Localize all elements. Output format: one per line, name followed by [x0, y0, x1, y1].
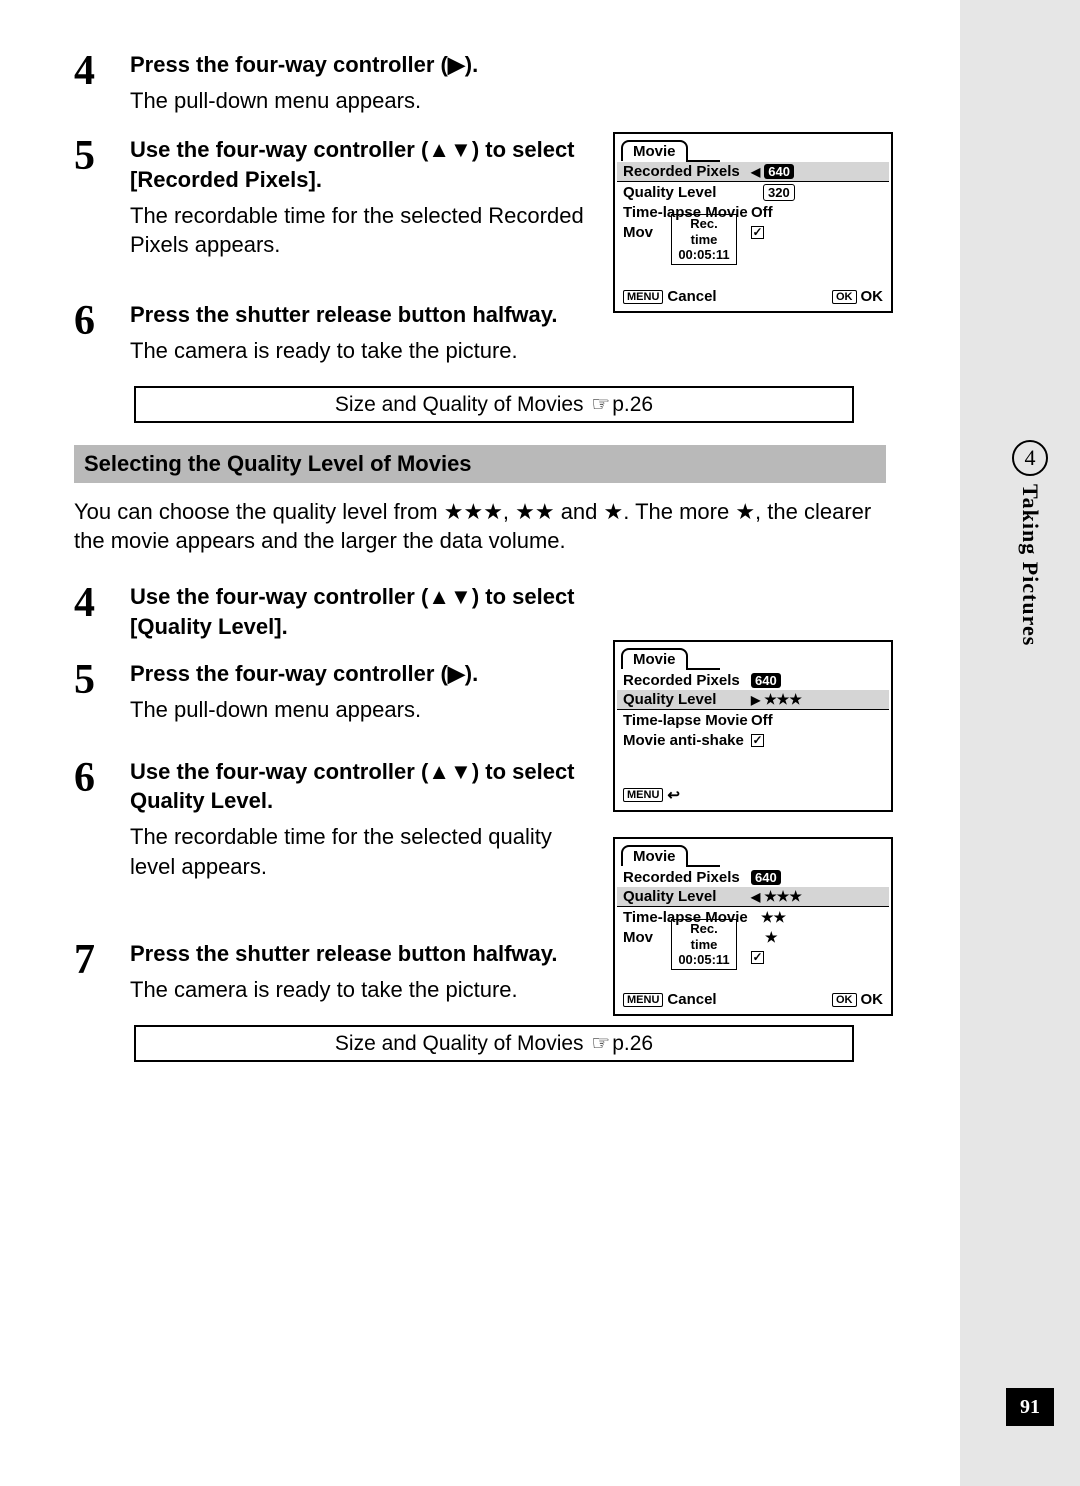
- rec-time-box: Rec. time 00:05:11: [671, 919, 737, 970]
- step-title: Use the four-way controller (▲▼) to sele…: [130, 582, 600, 641]
- step-desc: The camera is ready to take the picture.: [130, 336, 600, 366]
- rec-time-value: 00:05:11: [676, 952, 732, 968]
- step-number: 6: [74, 757, 130, 799]
- menu-label-trunc: Mov: [623, 224, 653, 241]
- ok-button-label: OK: [832, 290, 857, 304]
- left-arrow-icon: ◀: [751, 890, 760, 904]
- chapter-title: Taking Pictures: [1017, 484, 1043, 646]
- step-title: Press the four-way controller (▶).: [130, 659, 600, 689]
- option-value: 320: [763, 184, 795, 201]
- option-value: 640: [751, 673, 781, 688]
- chapter-tab: 4 Taking Pictures: [1006, 440, 1054, 646]
- step-desc: The recordable time for the selected Rec…: [130, 201, 600, 260]
- step-title: Press the shutter release button halfway…: [130, 300, 600, 330]
- step-number: 5: [74, 135, 130, 177]
- chapter-number: 4: [1012, 440, 1048, 476]
- step-4b: 4 Use the four-way controller (▲▼) to se…: [74, 582, 886, 647]
- rec-time-label: Rec. time: [676, 216, 732, 247]
- rec-time-value: 00:05:11: [676, 247, 732, 263]
- selected-value: 640: [764, 164, 794, 179]
- step-desc: The camera is ready to take the picture.: [130, 975, 600, 1005]
- step-desc: The recordable time for the selected qua…: [130, 822, 600, 881]
- ok-label: OK: [861, 288, 884, 305]
- step-title: Use the four-way controller (▲▼) to sele…: [130, 757, 600, 816]
- stars-3: ★★★: [764, 888, 802, 905]
- ok-label: OK: [861, 991, 884, 1008]
- camera-screen-quality-dropdown: Movie Recorded Pixels 640 Quality Level …: [613, 837, 893, 1016]
- cross-ref-page: p.26: [612, 393, 653, 416]
- rec-time-box: Rec. time 00:05:11: [671, 214, 737, 265]
- menu-label: Recorded Pixels: [623, 163, 751, 180]
- cross-ref-box: Size and Quality of Movies ☞p.26: [134, 386, 854, 423]
- option-value: 640: [751, 870, 781, 885]
- step-desc: The pull-down menu appears.: [130, 695, 600, 725]
- stars-2: ★★: [761, 909, 786, 926]
- left-arrow-icon: ◀: [751, 165, 760, 179]
- step-number: 4: [74, 50, 130, 92]
- ok-button-label: OK: [832, 993, 857, 1007]
- step-title: Press the shutter release button halfway…: [130, 939, 600, 969]
- page-number: 91: [1006, 1388, 1054, 1426]
- option-value: Off: [751, 204, 773, 221]
- pointing-hand-icon: ☞: [591, 1031, 610, 1056]
- section-intro: You can choose the quality level from ★★…: [74, 497, 886, 556]
- cross-ref-box: Size and Quality of Movies ☞p.26: [134, 1025, 854, 1062]
- pointing-hand-icon: ☞: [591, 392, 610, 417]
- step-number: 5: [74, 659, 130, 701]
- step-4a: 4 Press the four-way controller (▶). The…: [74, 50, 886, 123]
- cross-ref-page: p.26: [612, 1032, 653, 1055]
- menu-label: Quality Level: [623, 691, 751, 708]
- screen-tab: Movie: [621, 845, 688, 866]
- menu-button-label: MENU: [623, 993, 663, 1007]
- menu-button-label: MENU: [623, 788, 663, 802]
- check-icon: ✓: [751, 734, 764, 747]
- option-value: Off: [751, 712, 773, 729]
- screen-tab: Movie: [621, 648, 688, 669]
- cross-ref-text: Size and Quality of Movies: [335, 1032, 589, 1055]
- cancel-label: Cancel: [667, 991, 716, 1008]
- right-arrow-icon: ▶: [751, 693, 760, 707]
- menu-label: Recorded Pixels: [623, 869, 751, 886]
- screen-tab: Movie: [621, 140, 688, 161]
- camera-screen-quality-select: Movie Recorded Pixels 640 Quality Level …: [613, 640, 893, 812]
- menu-label: Time-lapse Movie: [623, 712, 751, 729]
- menu-label: Movie anti-shake: [623, 732, 751, 749]
- check-icon: ✓: [751, 226, 764, 239]
- step-number: 4: [74, 582, 130, 624]
- menu-label: Recorded Pixels: [623, 672, 751, 689]
- menu-label: Quality Level: [623, 184, 751, 201]
- rec-time-label: Rec. time: [676, 921, 732, 952]
- step-number: 6: [74, 300, 130, 342]
- stars-value: ★★★: [764, 691, 802, 708]
- check-icon: ✓: [751, 951, 764, 964]
- stars-1: ★: [765, 929, 778, 946]
- step-number: 7: [74, 939, 130, 981]
- return-icon: ↩: [667, 786, 680, 804]
- menu-button-label: MENU: [623, 290, 663, 304]
- cross-ref-text: Size and Quality of Movies: [335, 393, 589, 416]
- camera-screen-recorded-pixels: Movie Recorded Pixels ◀ 640 Quality Level…: [613, 132, 893, 313]
- cancel-label: Cancel: [667, 288, 716, 305]
- section-heading: Selecting the Quality Level of Movies: [74, 445, 886, 483]
- menu-label-trunc: Mov: [623, 929, 653, 946]
- step-desc: The pull-down menu appears.: [130, 86, 886, 116]
- menu-label: Quality Level: [623, 888, 751, 905]
- step-title: Press the four-way controller (▶).: [130, 50, 886, 80]
- step-title: Use the four-way controller (▲▼) to sele…: [130, 135, 600, 194]
